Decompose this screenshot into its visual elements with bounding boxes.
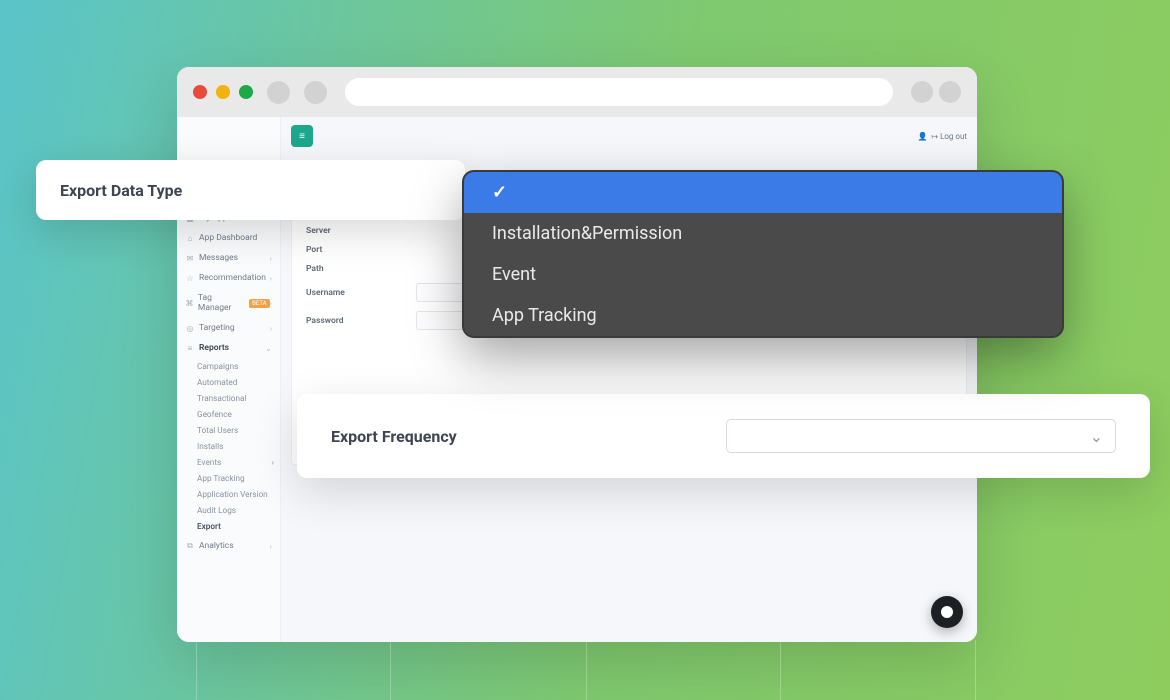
sidebar-sub-installs[interactable]: Installs — [197, 439, 274, 455]
target-icon: ◎ — [185, 324, 195, 333]
sidebar-item-label: Recommendation — [199, 273, 266, 283]
export-data-type-highlight: Export Data Type — [36, 160, 465, 220]
label-port: Port — [306, 245, 416, 255]
user-icon: 👤 — [917, 132, 927, 141]
browser-window: N NetmeraDotCom ▦My Apps ⌂App Dashboard … — [177, 67, 977, 642]
export-frequency-select[interactable]: ⌄ — [726, 419, 1116, 453]
sidebar-sub-total-users[interactable]: Total Users — [197, 423, 274, 439]
label-password: Password — [306, 316, 416, 326]
chat-icon — [941, 606, 953, 618]
chevron-down-icon: ⌄ — [265, 344, 272, 353]
chat-icon: ✉ — [185, 254, 195, 263]
chart-icon: ≡ — [185, 344, 195, 353]
sidebar-sub-export[interactable]: Export — [197, 519, 274, 535]
sidebar-sub-geofence[interactable]: Geofence — [197, 407, 274, 423]
sidebar-sub-application-version[interactable]: Application Version — [197, 487, 274, 503]
address-bar[interactable] — [345, 78, 893, 106]
sidebar-sub-app-tracking[interactable]: App Tracking — [197, 471, 274, 487]
export-data-type-title: Export Data Type — [60, 181, 182, 200]
chevron-right-icon: › — [270, 254, 272, 263]
chevron-right-icon: › — [272, 458, 274, 468]
dropdown-option-event[interactable]: Event — [464, 254, 1062, 295]
chevron-down-icon: ⌄ — [1090, 427, 1103, 446]
decorative-grid-lines — [0, 640, 1170, 700]
browser-action-icon[interactable] — [911, 81, 933, 103]
sidebar-sub-automated[interactable]: Automated — [197, 375, 274, 391]
traffic-lights — [193, 85, 253, 99]
beta-badge: BETA — [249, 299, 269, 308]
sidebar-sub-campaigns[interactable]: Campaigns — [197, 359, 274, 375]
support-chat-button[interactable] — [931, 596, 963, 628]
sidebar-item-analytics[interactable]: ⧉ Analytics › — [183, 537, 274, 555]
dropdown-option-installation-permission[interactable]: Installation&Permission — [464, 213, 1062, 254]
logout-link[interactable]: 👤 ↦ Log out — [917, 132, 967, 141]
minimize-window-icon[interactable] — [216, 85, 230, 99]
browser-tab[interactable] — [267, 81, 290, 104]
browser-action-icon[interactable] — [939, 81, 961, 103]
label-server: Server — [306, 226, 416, 236]
star-icon: ☆ — [185, 274, 195, 283]
sidebar-sub-audit-logs[interactable]: Audit Logs — [197, 503, 274, 519]
top-bar: ≡ 👤 ↦ Log out — [291, 123, 967, 149]
check-icon: ✓ — [492, 182, 507, 203]
sidebar-item-tag-manager[interactable]: ⌘ Tag Manager BETA › — [183, 289, 274, 317]
maximize-window-icon[interactable] — [239, 85, 253, 99]
menu-toggle-button[interactable]: ≡ — [291, 125, 313, 147]
logout-icon: ↦ — [931, 132, 938, 141]
chevron-right-icon: › — [270, 324, 272, 333]
export-frequency-title: Export Frequency — [331, 427, 457, 446]
sidebar-sub-transactional[interactable]: Transactional — [197, 391, 274, 407]
home-icon: ⌂ — [185, 234, 195, 243]
browser-chrome — [177, 67, 977, 117]
sidebar-item-recommendation[interactable]: ☆ Recommendation › — [183, 269, 274, 287]
export-data-type-dropdown[interactable]: ✓ Installation&Permission Event App Trac… — [462, 170, 1064, 338]
tag-icon: ⌘ — [185, 299, 194, 308]
analytics-icon: ⧉ — [185, 541, 195, 551]
browser-tab[interactable] — [304, 81, 327, 104]
sidebar-item-label: Reports — [199, 343, 229, 353]
sidebar-item-label: App Dashboard — [199, 233, 257, 243]
sidebar-sub-events[interactable]: Events› — [197, 455, 274, 471]
chevron-right-icon: › — [270, 274, 272, 283]
logo — [183, 125, 274, 153]
sidebar-item-label: Tag Manager — [198, 293, 242, 313]
sidebar-item-targeting[interactable]: ◎ Targeting › — [183, 319, 274, 337]
sidebar-item-label: Messages — [199, 253, 238, 263]
export-frequency-highlight: Export Frequency ⌄ — [297, 394, 1150, 478]
sidebar-item-label: Targeting — [199, 323, 235, 333]
sidebar-submenu-reports: Campaigns Automated Transactional Geofen… — [183, 359, 274, 535]
label-path: Path — [306, 264, 416, 274]
chevron-right-icon: › — [270, 299, 272, 308]
label-username: Username — [306, 288, 416, 298]
sidebar-item-label: Analytics — [199, 541, 234, 551]
sidebar-item-messages[interactable]: ✉ Messages › — [183, 249, 274, 267]
dropdown-option-app-tracking[interactable]: App Tracking — [464, 295, 1062, 336]
close-window-icon[interactable] — [193, 85, 207, 99]
sidebar-item-dashboard[interactable]: ⌂ App Dashboard — [183, 229, 274, 247]
sidebar-item-reports[interactable]: ≡ Reports ⌄ — [183, 339, 274, 357]
chevron-right-icon: › — [270, 542, 272, 551]
dropdown-option-blank[interactable]: ✓ — [464, 172, 1062, 213]
